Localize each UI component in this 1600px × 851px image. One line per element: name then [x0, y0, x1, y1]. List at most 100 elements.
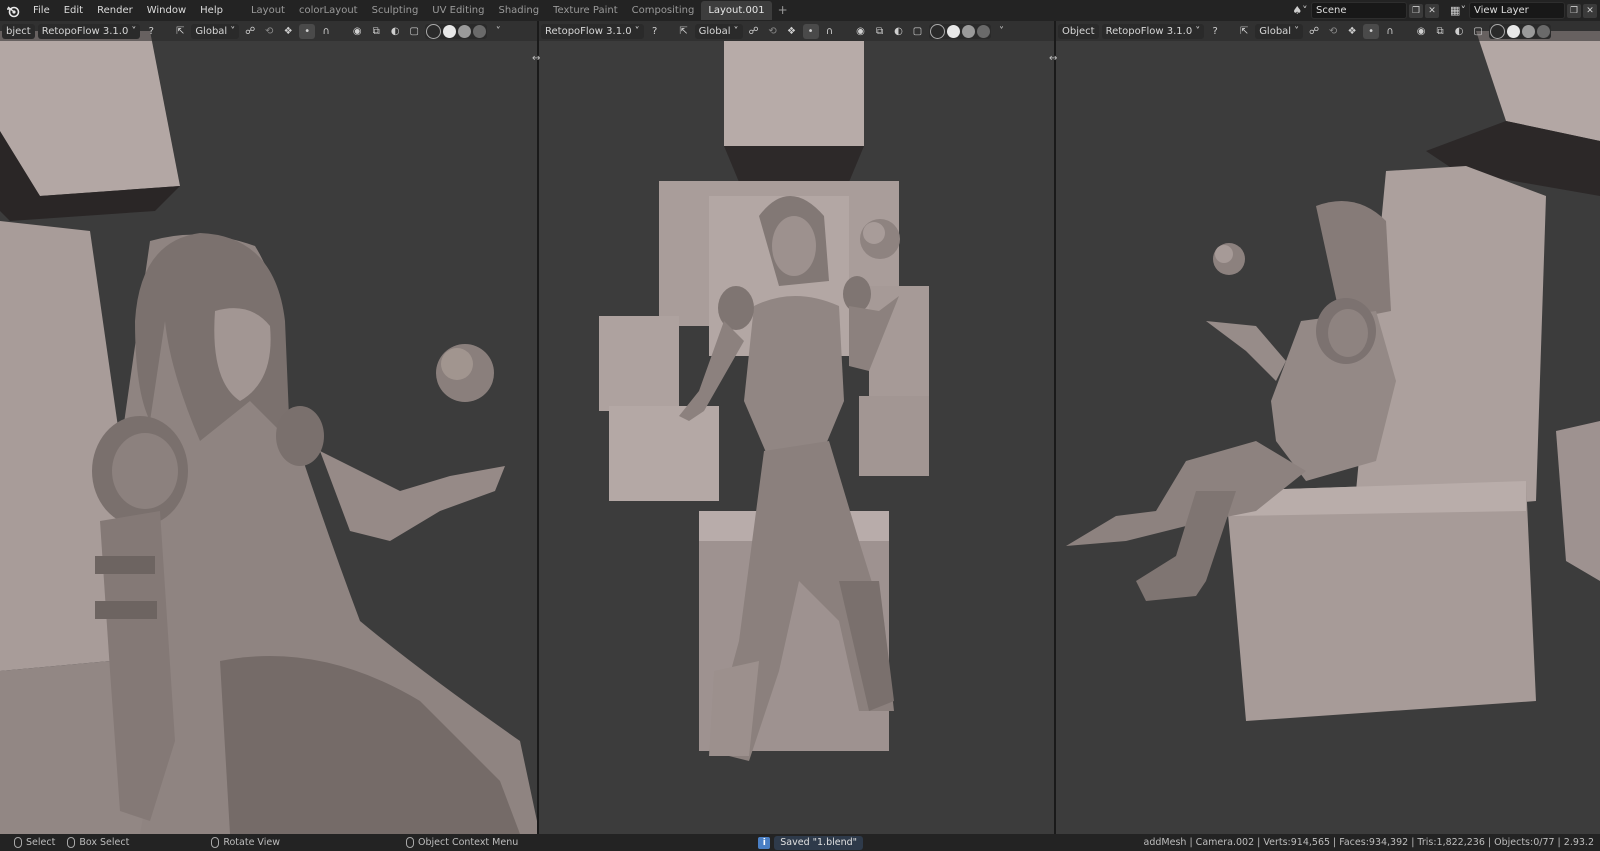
gizmo-icon[interactable]: ⧉ — [872, 24, 888, 39]
falloff-icon[interactable]: ∩ — [822, 24, 838, 39]
proportional-edit-icon[interactable]: • — [1363, 23, 1380, 39]
xray-icon[interactable]: ▢ — [1470, 24, 1486, 39]
orientation-dropdown[interactable]: Global ˅ — [694, 23, 743, 39]
visibility-icon[interactable]: ◉ — [853, 24, 869, 39]
wireframe-shading-icon[interactable] — [1490, 23, 1506, 39]
menu-help[interactable]: Help — [193, 0, 230, 21]
snap-target-icon[interactable]: ❖ — [784, 24, 800, 39]
gizmo-icon[interactable]: ⧉ — [1432, 24, 1448, 39]
viewport-divider[interactable] — [537, 21, 539, 834]
info-icon: i — [758, 836, 771, 849]
material-shading-icon[interactable] — [1522, 24, 1536, 38]
material-shading-icon[interactable] — [458, 24, 472, 38]
orientation-label: Global — [698, 25, 731, 37]
proportional-edit-icon[interactable]: • — [299, 23, 316, 39]
xray-icon[interactable]: ▢ — [910, 24, 926, 39]
new-scene-icon[interactable]: ❐ — [1409, 3, 1423, 18]
tab-sculpting[interactable]: Sculpting — [365, 1, 426, 20]
menu-render[interactable]: Render — [90, 0, 140, 21]
delete-view-layer-icon[interactable]: ✕ — [1583, 3, 1597, 18]
rendered-shading-icon[interactable] — [473, 24, 487, 38]
tab-colorlayout[interactable]: colorLayout — [292, 1, 365, 20]
rendered-shading-icon[interactable] — [1537, 24, 1551, 38]
gizmo-icon[interactable]: ⧉ — [368, 24, 384, 39]
shading-options-icon[interactable]: ˅ — [994, 24, 1010, 39]
shading-options-icon[interactable]: ˅ — [490, 24, 506, 39]
snap-icon[interactable]: ⟲ — [765, 24, 781, 39]
view-layer-icon[interactable]: ▦˅ — [1447, 3, 1469, 18]
mode-selector[interactable]: bject — [2, 23, 35, 39]
solid-shading-icon[interactable] — [946, 24, 960, 38]
viewport-divider[interactable] — [1054, 21, 1056, 834]
overlay-icon[interactable]: ◐ — [1451, 24, 1467, 39]
scene-name-field[interactable]: Scene — [1311, 2, 1407, 19]
help-icon[interactable]: ? — [1207, 24, 1223, 39]
delete-scene-icon[interactable]: ✕ — [1425, 3, 1439, 18]
falloff-icon[interactable]: ∩ — [318, 24, 334, 39]
new-view-layer-icon[interactable]: ❐ — [1567, 3, 1581, 18]
snap-icon[interactable]: ⟲ — [1325, 24, 1341, 39]
orientation-dropdown[interactable]: Global ˅ — [191, 23, 240, 39]
transform-orientation-icon[interactable]: ⇱ — [172, 24, 188, 39]
status-saved[interactable]: i Saved "1.blend" — [758, 835, 864, 850]
viewport-center-scene[interactable] — [539, 21, 1054, 834]
overlay-icon[interactable]: ◐ — [891, 24, 907, 39]
add-workspace-button[interactable]: + — [772, 1, 794, 20]
status-box-select-label: Box Select — [79, 837, 130, 848]
snap-target-icon[interactable]: ❖ — [1344, 24, 1360, 39]
help-icon[interactable]: ? — [647, 24, 663, 39]
orientation-dropdown[interactable]: Global ˅ — [1255, 23, 1304, 39]
solid-shading-icon[interactable] — [1507, 24, 1521, 38]
pivot-icon[interactable]: ☍ — [746, 24, 762, 39]
transform-orientation-icon[interactable]: ⇱ — [676, 24, 692, 39]
menu-file[interactable]: File — [26, 0, 57, 21]
view-layer-field[interactable]: View Layer — [1469, 2, 1565, 19]
transform-orientation-icon[interactable]: ⇱ — [1236, 24, 1252, 39]
falloff-icon[interactable]: ∩ — [1382, 24, 1398, 39]
tab-layout-001[interactable]: Layout.001 — [701, 1, 772, 20]
xray-icon[interactable]: ▢ — [406, 24, 422, 39]
viewport-right-scene[interactable] — [1056, 21, 1600, 834]
proportional-edit-icon[interactable]: • — [802, 23, 819, 39]
menu-window[interactable]: Window — [140, 0, 193, 21]
tab-shading[interactable]: Shading — [491, 1, 546, 20]
viewport-center[interactable]: RetopoFlow 3.1.0 ˅ ? ⇱ Global ˅ ☍ ⟲ ❖ • ∩ … — [539, 21, 1054, 834]
visibility-icon[interactable]: ◉ — [1413, 24, 1429, 39]
mouse-left-icon — [14, 837, 22, 848]
rendered-shading-icon[interactable] — [976, 24, 990, 38]
tab-compositing[interactable]: Compositing — [625, 1, 702, 20]
pivot-icon[interactable]: ☍ — [242, 24, 258, 39]
retopoflow-menu[interactable]: RetopoFlow 3.1.0 ˅ — [1101, 23, 1205, 39]
tab-layout[interactable]: Layout — [244, 1, 292, 20]
blender-logo-icon[interactable] — [0, 4, 26, 18]
overlay-icon[interactable]: ◐ — [387, 24, 403, 39]
workspace-tabs: Layout colorLayout Sculpting UV Editing … — [244, 1, 794, 20]
snap-target-icon[interactable]: ❖ — [280, 24, 296, 39]
viewport-left[interactable]: bject RetopoFlow 3.1.0 ˅ ? ⇱ Global ˅ ☍ ⟲ … — [0, 21, 537, 834]
saved-message: Saved "1.blend" — [774, 835, 864, 850]
viewport-left-scene[interactable] — [0, 21, 537, 834]
shading-modes — [425, 23, 488, 39]
retopoflow-menu[interactable]: RetopoFlow 3.1.0 ˅ — [37, 23, 141, 39]
menu-edit[interactable]: Edit — [57, 0, 90, 21]
mode-selector[interactable]: Object — [1058, 23, 1099, 39]
tab-uv-editing[interactable]: UV Editing — [425, 1, 491, 20]
split-arrows-icon[interactable]: ↔ — [532, 53, 540, 64]
snap-icon[interactable]: ⟲ — [261, 24, 277, 39]
retopoflow-menu[interactable]: RetopoFlow 3.1.0 ˅ — [541, 23, 644, 39]
visibility-icon[interactable]: ◉ — [349, 24, 365, 39]
solid-shading-icon[interactable] — [443, 24, 457, 38]
status-select-label: Select — [26, 837, 56, 848]
top-bar: File Edit Render Window Help Layout colo… — [0, 0, 1600, 22]
orientation-label: Global — [1259, 25, 1292, 37]
pivot-icon[interactable]: ☍ — [1306, 24, 1322, 39]
tab-texture-paint[interactable]: Texture Paint — [546, 1, 625, 20]
material-shading-icon[interactable] — [961, 24, 975, 38]
scene-icon[interactable]: ♠˅ — [1289, 3, 1311, 18]
viewport-right[interactable]: Object RetopoFlow 3.1.0 ˅ ? ⇱ Global ˅ ☍ ⟲… — [1056, 21, 1600, 834]
help-icon[interactable]: ? — [143, 24, 159, 39]
wireframe-shading-icon[interactable] — [426, 23, 442, 39]
viewport-right-header: Object RetopoFlow 3.1.0 ˅ ? ⇱ Global ˅ ☍ ⟲… — [1056, 21, 1600, 41]
wireframe-shading-icon[interactable] — [929, 23, 945, 39]
split-arrows-icon[interactable]: ↔ — [1049, 53, 1057, 64]
